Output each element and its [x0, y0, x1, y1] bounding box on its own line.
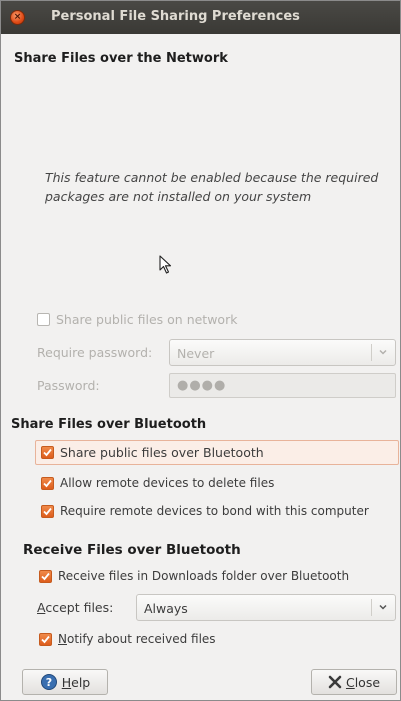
chevron-down-icon: [379, 604, 387, 610]
preferences-window: × Personal File Sharing Preferences Shar…: [0, 0, 401, 701]
require-bond-label: Require remote devices to bond with this…: [60, 504, 369, 518]
accept-files-label: Accept files:: [37, 600, 114, 615]
allow-delete-label: Allow remote devices to delete files: [60, 476, 275, 490]
mouse-pointer-icon: [159, 255, 173, 279]
close-icon: ×: [13, 12, 22, 22]
close-button-label: Close: [345, 674, 381, 690]
window-title: Personal File Sharing Preferences: [51, 9, 300, 24]
password-input[interactable]: ●●●●: [169, 373, 396, 398]
require-password-value: Never: [177, 346, 215, 361]
require-bond-checkbox[interactable]: [41, 504, 54, 518]
share-public-network-option[interactable]: Share public files on network: [37, 312, 237, 327]
window-close-button[interactable]: ×: [10, 10, 25, 25]
network-section-heading: Share Files over the Network: [14, 51, 228, 66]
notify-label: Notify about received files: [58, 632, 216, 646]
help-button-label: Help: [61, 674, 91, 690]
share-public-network-checkbox[interactable]: [37, 313, 50, 326]
close-button[interactable]: Close: [311, 669, 397, 695]
receive-downloads-checkbox[interactable]: [39, 569, 52, 583]
notify-option[interactable]: Notify about received files: [39, 632, 216, 646]
share-public-network-label: Share public files on network: [56, 312, 238, 327]
svg-text:?: ?: [46, 676, 52, 689]
allow-delete-checkbox[interactable]: [41, 476, 54, 490]
accept-files-combo[interactable]: Always: [136, 594, 396, 621]
feature-unavailable-notice: This feature cannot be enabled because t…: [45, 170, 379, 204]
close-icon: [328, 675, 342, 689]
allow-delete-option[interactable]: Allow remote devices to delete files: [41, 476, 274, 490]
help-icon: ?: [40, 674, 57, 690]
password-label: Password:: [37, 378, 100, 393]
combo-separator: [371, 599, 372, 616]
require-password-combo[interactable]: Never: [169, 339, 396, 366]
combo-separator: [371, 344, 372, 361]
share-public-bluetooth-option[interactable]: Share public files over Bluetooth: [41, 445, 264, 460]
share-public-bluetooth-checkbox[interactable]: [41, 446, 54, 459]
chevron-down-icon: [379, 349, 387, 355]
receive-downloads-option[interactable]: Receive files in Downloads folder over B…: [39, 569, 349, 583]
receive-downloads-label: Receive files in Downloads folder over B…: [58, 569, 350, 583]
require-bond-option[interactable]: Require remote devices to bond with this…: [41, 504, 369, 518]
accept-files-value: Always: [144, 601, 188, 616]
share-public-bluetooth-label: Share public files over Bluetooth: [60, 445, 264, 460]
bluetooth-receive-section-heading: Receive Files over Bluetooth: [23, 542, 241, 558]
require-password-label: Require password:: [37, 345, 153, 360]
password-value: ●●●●: [177, 378, 227, 393]
help-button[interactable]: ? Help: [22, 669, 108, 695]
notify-checkbox[interactable]: [39, 632, 52, 646]
bluetooth-share-section-heading: Share Files over Bluetooth: [11, 417, 207, 432]
title-bar[interactable]: × Personal File Sharing Preferences: [1, 1, 400, 34]
